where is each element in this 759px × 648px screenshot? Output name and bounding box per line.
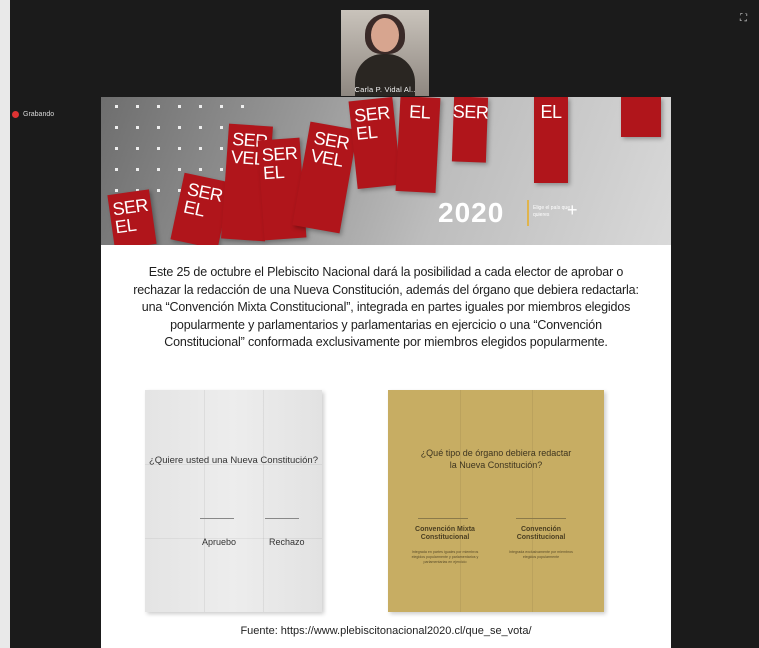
banner-dot xyxy=(199,126,202,129)
servel-flag: SER xyxy=(451,97,489,163)
ballot-card-question: ¿Quiere usted una Nueva Constitución? Ap… xyxy=(145,390,322,612)
choice-mixta-title: Convención Mixta Constitucional xyxy=(415,526,475,541)
plus-icon: + xyxy=(567,200,578,220)
source-citation: Fuente: https://www.plebiscitonacional20… xyxy=(240,625,532,637)
banner-dot xyxy=(115,126,118,129)
banner-dot xyxy=(157,147,160,150)
banner-dot xyxy=(220,105,223,108)
servel-flag: SER VEL xyxy=(292,121,358,234)
banner-dot xyxy=(136,126,139,129)
recording-label: Grabando xyxy=(23,111,55,118)
participant-video-tile[interactable]: Carla P. Vidal Al.. xyxy=(341,10,429,96)
banner-dot xyxy=(178,126,181,129)
banner-dot xyxy=(157,168,160,171)
left-edge-strip xyxy=(0,0,10,648)
choice-mixta-desc: Integrada en partes iguales por miembros… xyxy=(411,550,479,564)
slide-body-text: Este 25 de octubre el Plebiscito Naciona… xyxy=(133,265,639,349)
choice-line xyxy=(418,518,468,519)
choice-convencion-title: Convención Constitucional xyxy=(516,526,566,541)
paper-fold xyxy=(460,390,461,612)
servel-flag: EL xyxy=(534,97,568,183)
servel-flag xyxy=(621,97,661,137)
banner-dot xyxy=(136,147,139,150)
banner-dot xyxy=(199,147,202,150)
record-dot-icon xyxy=(12,111,19,118)
option-apruebo: Apruebo xyxy=(202,537,237,547)
option-rechazo: Rechazo xyxy=(269,537,305,547)
ballot-card-type: ¿Qué tipo de órgano debiera redactar la … xyxy=(388,390,604,612)
option-line xyxy=(265,518,299,519)
servel-flag: SER EL xyxy=(107,189,157,245)
year-divider xyxy=(527,200,529,226)
banner-dot xyxy=(220,126,223,129)
servel-banner: SER EL SER EL SER VEL SER EL SER VEL SER… xyxy=(101,97,671,245)
recording-indicator: Grabando xyxy=(12,111,54,118)
paper-fold xyxy=(204,390,205,612)
year-label: 2020 xyxy=(438,197,505,228)
banner-dot xyxy=(115,105,118,108)
option-line xyxy=(200,518,234,519)
shared-screen-slide: SER EL SER EL SER VEL SER EL SER VEL SER… xyxy=(101,97,671,648)
banner-dot xyxy=(241,105,244,108)
participant-name: Carla P. Vidal Al.. xyxy=(354,85,416,94)
paper-fold xyxy=(532,390,533,612)
ballot-question-1: ¿Quiere usted una Nueva Constitución? xyxy=(149,455,318,466)
banner-dot xyxy=(178,105,181,108)
banner-dot xyxy=(178,147,181,150)
banner-dot xyxy=(115,147,118,150)
fullscreen-icon[interactable]: ⛶ xyxy=(740,14,747,24)
choice-line xyxy=(516,518,566,519)
servel-flag: EL xyxy=(395,97,441,193)
banner-dot xyxy=(157,105,160,108)
banner-dot xyxy=(136,105,139,108)
banner-dot xyxy=(157,126,160,129)
banner-dot xyxy=(199,105,202,108)
banner-dot xyxy=(220,168,223,171)
choice-convencion-desc: Integrada exclusivamente por miembros el… xyxy=(509,550,573,559)
banner-dot xyxy=(115,168,118,171)
servel-flag: SER EL xyxy=(348,97,402,190)
ballot-question-2: ¿Qué tipo de órgano debiera redactar la … xyxy=(420,448,572,470)
banner-dot xyxy=(136,168,139,171)
banner-dot xyxy=(115,189,118,192)
banner-dot xyxy=(220,147,223,150)
participant-face xyxy=(371,18,399,52)
banner-dot xyxy=(157,189,160,192)
banner-dot xyxy=(178,168,181,171)
banner-dot xyxy=(199,168,202,171)
paper-fold xyxy=(263,390,264,612)
